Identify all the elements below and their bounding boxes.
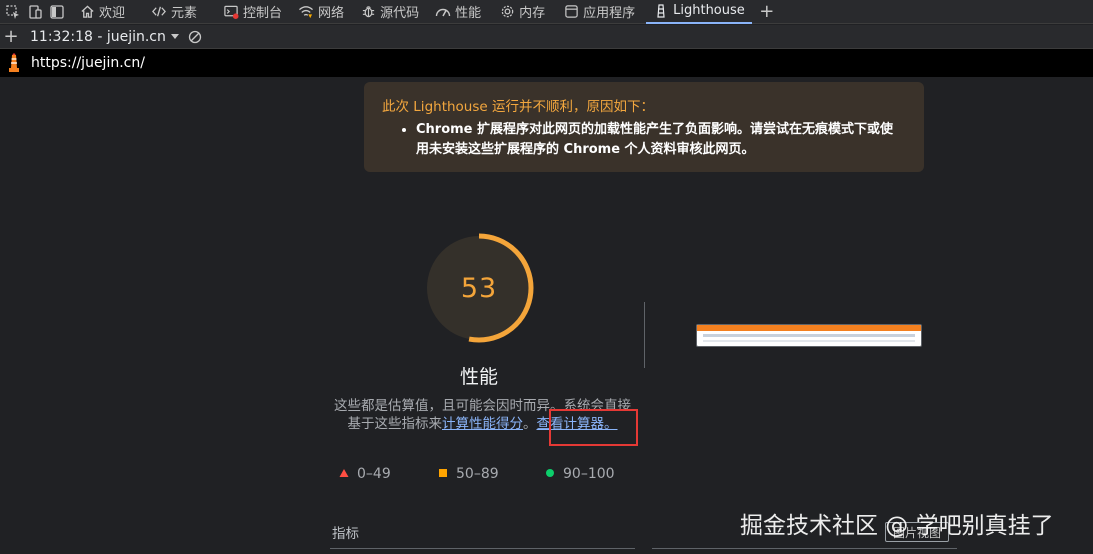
wifi-icon xyxy=(298,4,314,20)
tab-label: 内存 xyxy=(519,6,546,21)
gauge-icon xyxy=(435,4,451,20)
tab-memory[interactable]: 内存 xyxy=(492,0,552,24)
tab-console[interactable]: 控制台 xyxy=(216,0,289,24)
audited-url-bar: https://juejin.cn/ xyxy=(0,49,1093,77)
home-icon xyxy=(79,4,95,20)
chevron-down-icon xyxy=(170,29,180,45)
legend-label: 90–100 xyxy=(563,466,615,482)
report-selector[interactable]: 11:32:18 - juejin.cn xyxy=(30,29,180,45)
legend-pass: 90–100 xyxy=(545,466,615,482)
legend-label: 50–89 xyxy=(456,466,499,482)
tab-performance[interactable]: 性能 xyxy=(428,0,488,24)
section-divider xyxy=(644,302,645,368)
thumbnail-banner xyxy=(697,325,921,331)
gear-icon xyxy=(499,4,515,20)
bug-icon xyxy=(360,4,376,20)
legend-fail: 0–49 xyxy=(339,466,391,482)
metrics-heading: 指标 xyxy=(332,526,359,542)
report-selector-label: 11:32:18 - juejin.cn xyxy=(30,28,166,45)
lighthouse-logo-icon xyxy=(6,53,22,73)
warning-title: 此次 Lighthouse 运行并不顺利，原因如下： xyxy=(382,99,654,115)
tab-sources[interactable]: 源代码 xyxy=(353,0,426,24)
report-toolbar: + 11:32:18 - juejin.cn xyxy=(0,25,1093,49)
tab-label: 应用程序 xyxy=(583,6,636,21)
tab-lighthouse[interactable]: Lighthouse xyxy=(646,0,752,24)
circle-icon xyxy=(545,466,555,482)
device-toolbar-icon[interactable] xyxy=(24,1,46,23)
lighthouse-icon xyxy=(653,3,669,19)
warning-item: Chrome 扩展程序对此网页的加载性能产生了负面影响。请尝试在无痕模式下或使用… xyxy=(416,120,906,160)
thumbnail-nav xyxy=(703,334,915,337)
tab-label: 网络 xyxy=(318,6,345,21)
legend-average: 50–89 xyxy=(438,466,499,482)
tab-elements[interactable]: 元素 xyxy=(144,0,204,24)
performance-score: 53 xyxy=(460,272,498,304)
code-icon xyxy=(151,4,167,20)
tab-welcome[interactable]: 欢迎 xyxy=(72,0,132,24)
tab-label: 元素 xyxy=(171,6,198,21)
inspect-element-icon[interactable] xyxy=(2,1,24,23)
app-window-icon xyxy=(563,4,579,20)
new-report-icon[interactable]: + xyxy=(0,26,22,47)
square-icon xyxy=(438,466,448,482)
final-screenshot-thumbnail[interactable] xyxy=(696,324,922,347)
run-warning-box: 此次 Lighthouse 运行并不顺利，原因如下： Chrome 扩展程序对此… xyxy=(364,82,924,172)
category-title: 性能 xyxy=(459,366,498,388)
watermark: 掘金技术社区 @ 学吧别真挂了 xyxy=(740,513,1054,539)
warning-list: Chrome 扩展程序对此网页的加载性能产生了负面影响。请尝试在无痕模式下或使用… xyxy=(382,120,906,160)
metrics-divider-right xyxy=(652,548,957,549)
tab-label: 性能 xyxy=(455,6,482,21)
metrics-divider xyxy=(330,548,635,549)
tab-label: 控制台 xyxy=(243,6,283,21)
audited-url[interactable]: https://juejin.cn/ xyxy=(31,55,145,71)
triangle-icon xyxy=(339,466,349,482)
calculate-score-link[interactable]: 计算性能得分 xyxy=(442,416,523,432)
dock-side-icon[interactable] xyxy=(46,1,68,23)
console-icon xyxy=(223,4,239,20)
legend-label: 0–49 xyxy=(357,466,391,482)
tab-application[interactable]: 应用程序 xyxy=(556,0,642,24)
description-separator: 。 xyxy=(523,416,537,432)
add-tab-icon[interactable]: + xyxy=(756,1,778,23)
tab-label: Lighthouse xyxy=(673,3,745,18)
tab-label: 源代码 xyxy=(380,6,420,21)
clear-icon[interactable] xyxy=(188,30,202,44)
tab-network[interactable]: 网络 xyxy=(291,0,351,24)
tab-label: 欢迎 xyxy=(99,6,126,21)
devtools-tab-bar: 欢迎 元素 控制台 网络 源代码 性能 内存 应用程序 Lighthouse + xyxy=(0,0,1093,24)
highlight-box xyxy=(549,409,638,446)
thumbnail-content xyxy=(703,340,915,342)
